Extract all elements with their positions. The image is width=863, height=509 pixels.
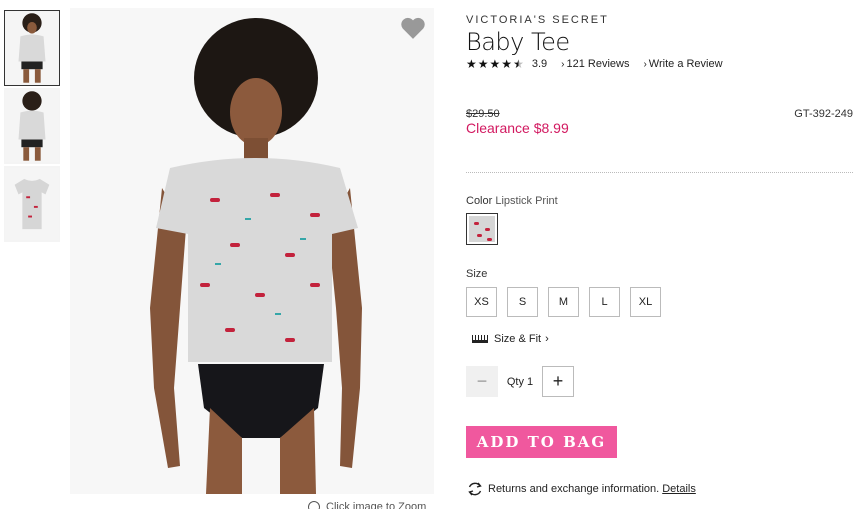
zoom-hint-text: Click image to Zoom — [326, 501, 427, 509]
rating-stars: ★ ★ ★ ★ ★ — [466, 58, 524, 70]
chevron-right-icon: › — [545, 333, 549, 345]
thumbnail-image — [5, 11, 59, 85]
quantity-stepper: − Qty 1 + — [466, 366, 574, 397]
write-review-link[interactable]: Write a Review — [649, 58, 723, 70]
returns-info: Returns and exchange information. Detail… — [466, 480, 696, 498]
swatch-image — [469, 216, 495, 242]
zoom-hint: Click image to Zoom — [308, 501, 426, 509]
size-fit-link[interactable]: Size & Fit › — [472, 333, 549, 345]
size-label: Size — [466, 268, 488, 280]
returns-details-link[interactable]: Details — [662, 483, 696, 495]
main-product-image[interactable] — [70, 8, 434, 494]
product-sku: GT-392-249 — [794, 108, 853, 120]
size-options: XS S M L XL — [466, 287, 661, 317]
star-icon: ★ — [501, 57, 513, 71]
color-label: Color Lipstick Print — [466, 195, 558, 207]
size-option-xs[interactable]: XS — [466, 287, 497, 317]
size-fit-label: Size & Fit — [494, 333, 542, 345]
star-half-icon: ★ — [513, 57, 524, 71]
brand-name: VICTORIA'S SECRET — [466, 14, 609, 26]
divider — [466, 172, 853, 173]
thumbnail-image — [5, 89, 59, 163]
reviews-link[interactable]: 121 Reviews — [566, 58, 629, 70]
quantity-decrease-button[interactable]: − — [466, 366, 498, 397]
star-icon: ★ — [477, 57, 489, 71]
product-title: Baby Tee — [466, 28, 570, 56]
returns-text: Returns and exchange information. — [488, 483, 660, 495]
star-icon: ★ — [466, 57, 477, 71]
product-photo — [70, 8, 434, 494]
zoom-icon — [308, 501, 320, 509]
sale-price: Clearance $8.99 — [466, 120, 569, 136]
original-price: $29.50 — [466, 108, 500, 120]
heart-icon[interactable] — [400, 16, 426, 40]
color-swatch-lipstick-print[interactable] — [466, 213, 498, 245]
ruler-icon — [472, 335, 488, 343]
thumbnail-flat[interactable] — [4, 166, 60, 242]
color-label-text: Color — [466, 195, 493, 207]
thumbnail-front[interactable] — [4, 10, 60, 86]
color-selected-name: Lipstick Print — [495, 195, 558, 207]
size-option-l[interactable]: L — [589, 287, 620, 317]
rating-row: ★ ★ ★ ★ ★ 3.9 › 121 Reviews › Write a Re… — [466, 58, 723, 70]
thumbnail-image — [5, 167, 59, 241]
rating-value: 3.9 — [531, 58, 548, 70]
refresh-icon — [468, 482, 482, 496]
star-icon: ★ — [489, 57, 501, 71]
thumbnail-back[interactable] — [4, 88, 60, 164]
size-option-s[interactable]: S — [507, 287, 538, 317]
quantity-increase-button[interactable]: + — [542, 366, 574, 397]
add-to-bag-button[interactable]: ADD TO BAG — [466, 426, 617, 458]
chevron-right-icon: › — [643, 58, 647, 70]
chevron-right-icon: › — [561, 58, 565, 70]
size-option-m[interactable]: M — [548, 287, 579, 317]
size-option-xl[interactable]: XL — [630, 287, 661, 317]
quantity-label: Qty 1 — [506, 375, 534, 388]
